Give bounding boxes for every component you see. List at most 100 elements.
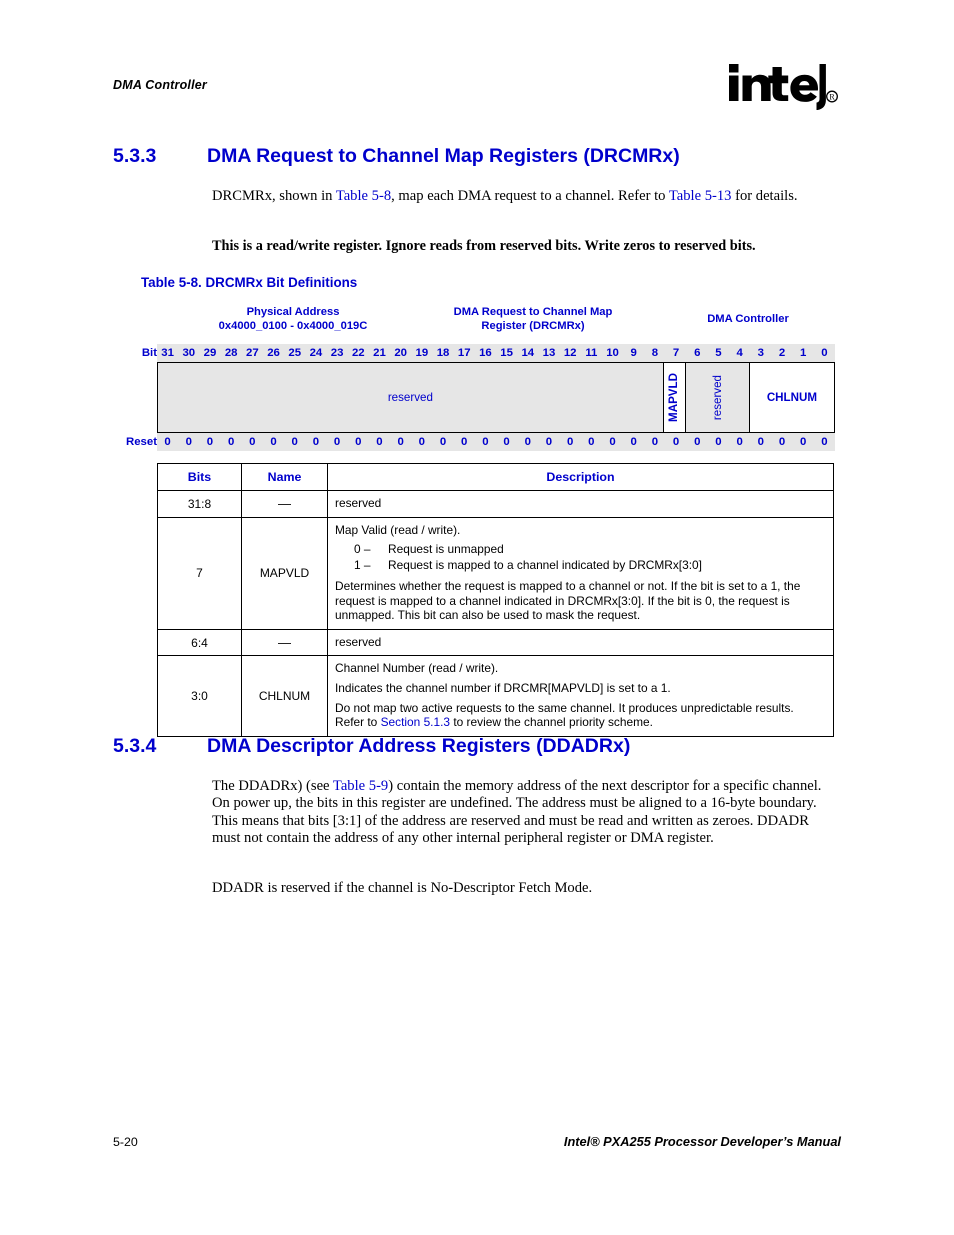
- reset-value-31: 0: [821, 436, 828, 448]
- reset-value-10: 0: [376, 436, 383, 448]
- bit-number-3: 28: [224, 347, 238, 359]
- reset-value-12: 0: [418, 436, 426, 448]
- cell-bits: 7: [157, 516, 242, 630]
- section-heading-5-3-3: 5.3.3 DMA Request to Channel Map Registe…: [113, 145, 873, 171]
- reset-value-20: 0: [588, 436, 595, 448]
- reset-value-1: 0: [185, 436, 192, 448]
- text-part: The DDADRx) (see: [212, 778, 333, 794]
- bit-number-20: 11: [585, 347, 598, 359]
- link-table-5-9[interactable]: Table 5-9: [333, 778, 388, 794]
- bit-number-row: Bit 31 30 29 28 27 26 25 24 23 22 21 20 19 18 17 16 15 14…: [113, 344, 835, 362]
- table-row: 7 MAPVLD Map Valid (read / write). 0 – Reque…: [157, 516, 834, 630]
- section-number: 5.3.4: [113, 735, 157, 757]
- reset-value-13: 0: [439, 436, 447, 448]
- em-dash: —: [278, 635, 291, 651]
- link-table-5-8[interactable]: Table 5-8: [336, 188, 391, 204]
- option-text: Request is unmapped: [388, 542, 504, 557]
- text-part: to review the channel priority scheme.: [450, 715, 653, 730]
- paragraph-534-first: The DDADRx) (see Table 5-9) contain the …: [212, 778, 840, 848]
- field-chlnum: CHLNUM: [748, 363, 834, 432]
- description-paragraph: Do not map two active requests to the sa…: [335, 700, 794, 715]
- reset-value-8: 0: [333, 436, 341, 448]
- bit-number-26: 5: [715, 347, 722, 359]
- reset-value-4: 0: [249, 436, 256, 448]
- bit-number-1: 30: [182, 347, 196, 359]
- bit-number-6: 25: [288, 347, 302, 359]
- reset-value-18: 0: [545, 436, 553, 448]
- bit-number-16: 15: [500, 347, 513, 359]
- text-part: DRCMRx, shown in: [212, 188, 336, 204]
- physical-address-label: Physical Address 0x4000_0100 - 0x4000_01…: [218, 306, 368, 332]
- unit-label: DMA Controller: [707, 313, 789, 325]
- bit-number-9: 22: [351, 347, 365, 359]
- cell-name: CHLNUM: [241, 655, 328, 737]
- table-header-row: Bits Name Description: [157, 463, 834, 491]
- reset-value-6: 0: [291, 436, 298, 448]
- readwrite-note: This is a read/write register. Ignore re…: [212, 238, 756, 254]
- field-label: reserved: [387, 391, 433, 404]
- bit-number-22: 9: [630, 347, 637, 359]
- field-label: MAPVLD: [667, 373, 681, 422]
- reset-row-label: Reset: [113, 433, 157, 451]
- table-row: 6:4 — reserved: [157, 628, 834, 657]
- footer-page-number: 5-20: [113, 1135, 138, 1149]
- option-text: Request is mapped to a channel indicated…: [388, 557, 702, 572]
- running-header: DMA Controller: [113, 78, 207, 92]
- intel-logo-icon: R: [729, 64, 838, 110]
- description-paragraph: Map Valid (read / write).: [335, 522, 461, 537]
- text-part: , map each DMA request to a channel. Ref…: [391, 188, 669, 204]
- paragraph-534-second: DDADR is reserved if the channel is No-D…: [212, 880, 593, 896]
- cell-description: Channel Number (read / write). Indicates …: [327, 655, 834, 737]
- section-number: 5.3.3: [113, 145, 157, 167]
- reset-value-28: 0: [757, 436, 765, 448]
- reset-value-21: 0: [609, 436, 616, 448]
- table-body: 31:8— reserved 7 MAPVLD Map Valid (read / wr…: [157, 490, 834, 737]
- cell-name: —: [241, 628, 328, 657]
- cell-bits: 3:0: [157, 655, 242, 737]
- reset-value-9: 0: [355, 436, 362, 448]
- register-diagram-headers: Physical Address 0x4000_0100 - 0x4000_01…: [113, 305, 835, 337]
- intel-logo: R: [727, 62, 839, 110]
- bit-number-13: 18: [436, 347, 450, 359]
- bit-number-8: 23: [330, 347, 344, 359]
- section-heading-5-3-4: 5.3.4 DMA Descriptor Address Registers (…: [113, 735, 873, 761]
- field-label: CHLNUM: [766, 391, 818, 404]
- bit-number-11: 20: [394, 347, 407, 359]
- reset-value-24: 0: [672, 436, 680, 448]
- reset-value-row: Reset 0 0 0 0 0 0 0 0 0 0 0 0 0 0 0 0 0 0 0 0 0 0 0 0 0 0 0 0 0 0 0 0: [113, 433, 835, 451]
- register-field-boxes: reserved MAPVLD reserved CHLNUM: [157, 362, 835, 433]
- reset-value-23: 0: [651, 436, 659, 448]
- bit-number-2: 29: [203, 347, 217, 359]
- description-paragraph: Indicates the channel number if DRCMR[MA…: [335, 680, 671, 695]
- reset-value-11: 0: [397, 436, 404, 448]
- field-label: reserved: [710, 374, 724, 421]
- column-header-name: Name: [241, 463, 328, 491]
- register-name-label: DMA Request to Channel Map Register (DRC…: [453, 306, 613, 332]
- field-reserved-31-8: reserved: [158, 363, 663, 432]
- bit-number-0: 31: [161, 347, 174, 359]
- bit-number-18: 13: [542, 347, 556, 359]
- bit-number-30: 1: [800, 347, 807, 359]
- link-table-5-13[interactable]: Table 5-13: [669, 188, 732, 204]
- reset-value-19: 0: [566, 436, 574, 448]
- reset-value-7: 0: [312, 436, 320, 448]
- bit-number-7: 24: [309, 347, 323, 359]
- reset-value-27: 0: [736, 436, 743, 448]
- bit-number-12: 19: [415, 347, 429, 359]
- link-section-5-1-3[interactable]: Section 5.1.3: [381, 715, 450, 729]
- reset-value-15: 0: [482, 436, 489, 448]
- bit-number-27: 4: [736, 347, 743, 359]
- em-dash: —: [278, 496, 291, 512]
- register-bit-diagram: Physical Address 0x4000_0100 - 0x4000_01…: [113, 305, 835, 451]
- reset-value-5: 0: [270, 436, 277, 448]
- table-row: 31:8 — reserved: [157, 490, 834, 518]
- cell-name: —: [241, 490, 328, 518]
- reset-value-22: 0: [630, 436, 637, 448]
- bit-number-19: 12: [563, 347, 577, 359]
- bit-number-23: 8: [651, 347, 659, 359]
- reset-value-3: 0: [227, 436, 235, 448]
- reset-value-cells: 0 0 0 0 0 0 0 0 0 0 0 0 0 0 0 0 0 0 0 0 0 0 0 0 0 0 0 0 0 0 0 0: [157, 433, 835, 451]
- bit-number-4: 27: [246, 347, 259, 359]
- description-paragraph: reserved: [335, 496, 382, 510]
- cell-name: MAPVLD: [241, 516, 328, 630]
